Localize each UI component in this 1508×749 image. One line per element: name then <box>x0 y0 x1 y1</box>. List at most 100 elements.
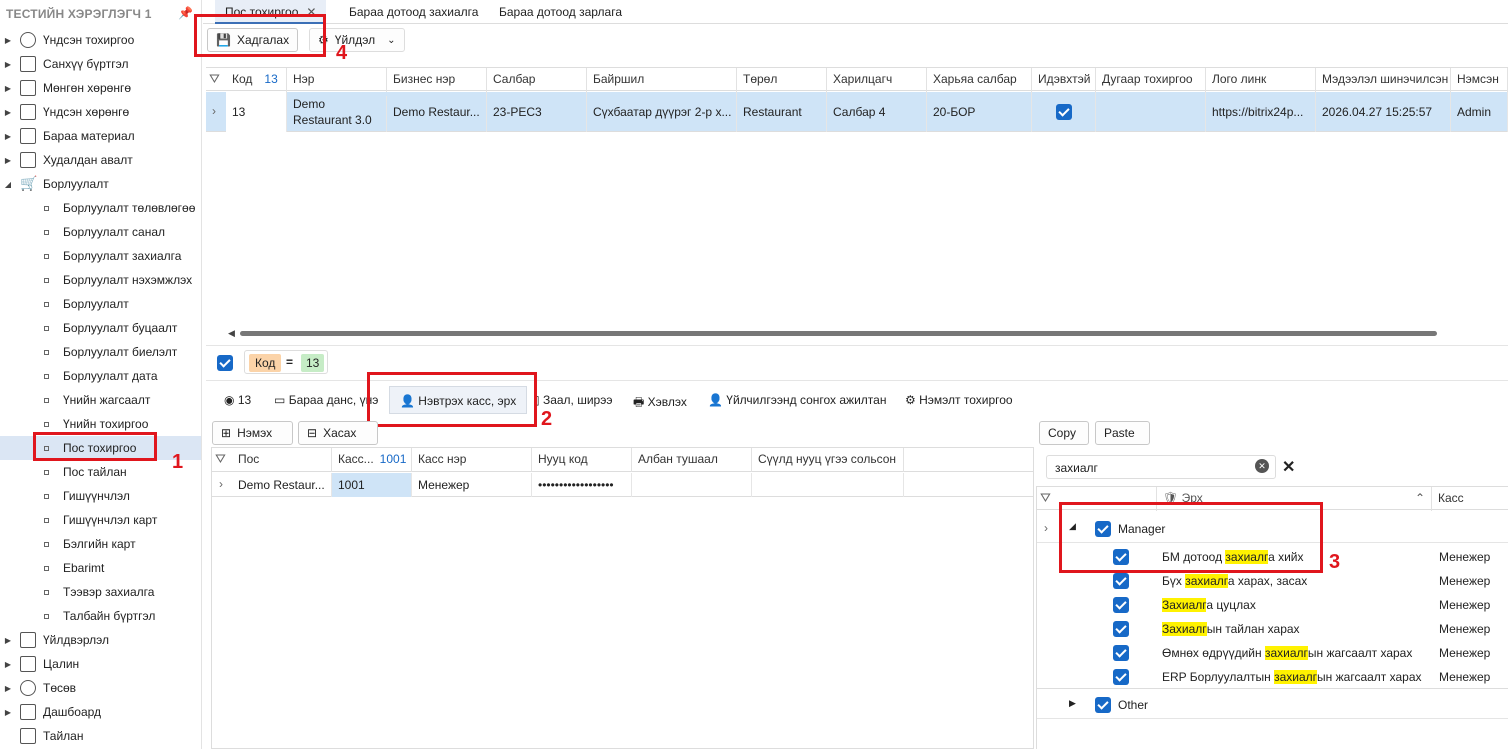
column-header[interactable]: Харилцагч <box>827 68 927 92</box>
tab-hall-table[interactable]: ▯ Заал, ширээ <box>533 393 612 407</box>
tab-internal-issue[interactable]: Бараа дотоод зарлага <box>489 0 632 24</box>
column-header[interactable]: Албан тушаал <box>632 448 752 472</box>
expand-icon[interactable]: ▶ <box>1 36 15 45</box>
tab-service-staff[interactable]: 👤 Үйлчилгээнд сонгох ажилтан <box>708 393 886 407</box>
expand-icon[interactable]: ▶ <box>1 84 15 93</box>
sidebar-sub-item[interactable]: Борлуулалт санал <box>0 220 201 244</box>
column-header[interactable]: Касс <box>1432 487 1508 511</box>
sidebar-sub-item[interactable]: Борлуулалт нэхэмжлэх <box>0 268 201 292</box>
tab-count[interactable]: ◉ 13 <box>224 393 251 407</box>
column-header[interactable]: Харьяа салбар <box>927 68 1032 92</box>
sidebar-item-budget[interactable]: ▶ Төсөв <box>0 676 201 700</box>
column-header[interactable]: Дугаар тохиргоо <box>1096 68 1206 92</box>
paste-button[interactable]: Paste <box>1095 421 1150 445</box>
right-row[interactable]: ERP Борлуулалтын захиалгын жагсаалт хара… <box>1037 665 1508 689</box>
column-header[interactable]: Касс... 1001 <box>332 448 412 472</box>
sidebar-item-cash[interactable]: ▶ Мөнгөн хөрөнгө <box>0 76 201 100</box>
column-header[interactable]: Лого линк <box>1206 68 1316 92</box>
expand-icon[interactable]: ▶ <box>1069 698 1076 709</box>
column-header[interactable]: Салбар <box>487 68 587 92</box>
filter-enable-checkbox[interactable] <box>217 355 233 371</box>
tab-pos-settings[interactable]: Пос тохиргоо ✕ <box>215 0 327 24</box>
filter-icon[interactable]: ⛛ <box>215 451 226 467</box>
column-header[interactable]: Сүүлд нууц үгээ сольсон <box>752 448 904 472</box>
sidebar-sub-item[interactable]: Борлуулалт буцаалт <box>0 316 201 340</box>
filter-icon[interactable]: ⛛ <box>1040 490 1051 506</box>
filter-expression[interactable]: Код = 13 <box>244 350 328 374</box>
tab-goods-account[interactable]: ▭ Бараа данс, үнэ <box>274 393 378 407</box>
sidebar-sub-item[interactable]: Борлуулалт <box>0 292 201 316</box>
column-header[interactable]: Байршил <box>587 68 737 92</box>
column-header[interactable]: Идэвхтэй <box>1032 68 1096 92</box>
collapse-icon[interactable]: ◢ <box>1069 521 1076 532</box>
column-header[interactable]: Нэмсэн <box>1451 68 1508 92</box>
group-checkbox[interactable] <box>1095 521 1111 537</box>
sidebar-sub-item[interactable]: Гишүүнчлэл <box>0 484 201 508</box>
sidebar-item-salary[interactable]: ▶ Цалин <box>0 652 201 676</box>
sidebar-sub-item[interactable]: Талбайн бүртгэл <box>0 604 201 628</box>
right-checkbox[interactable] <box>1113 669 1129 685</box>
expand-icon[interactable]: ▶ <box>1 636 15 645</box>
sidebar-sub-item[interactable]: Борлуулалт биелэлт <box>0 340 201 364</box>
remove-button[interactable]: ⊟ Хасах <box>298 421 378 445</box>
close-search-icon[interactable]: ✕ <box>1282 457 1295 477</box>
sidebar-item-sales[interactable]: ◢ 🛒 Борлуулалт <box>0 172 201 196</box>
column-header[interactable]: Мэдээлэл шинэчилсэн <box>1316 68 1451 92</box>
row-expand-icon[interactable]: › <box>219 477 223 491</box>
tab-print[interactable]: 🖶 Хэвлэх <box>633 393 687 414</box>
sidebar-item-purchase[interactable]: ▶ Худалдан авалт <box>0 148 201 172</box>
right-checkbox[interactable] <box>1113 597 1129 613</box>
row-expand-icon[interactable]: › <box>1044 521 1048 535</box>
horizontal-scrollbar[interactable]: ◀ <box>206 326 1508 342</box>
tab-extra-settings[interactable]: ⚙ Нэмэлт тохиргоо <box>905 393 1013 407</box>
copy-button[interactable]: Copy <box>1039 421 1089 445</box>
tab-internal-order[interactable]: Бараа дотоод захиалга <box>339 0 488 24</box>
collapse-icon[interactable]: ◢ <box>1 180 15 189</box>
right-checkbox[interactable] <box>1113 573 1129 589</box>
scrollbar-thumb[interactable] <box>240 331 1437 336</box>
table-row[interactable]: › 13 Demo Restaurant 3.0 Demo Restaur...… <box>206 92 1508 132</box>
right-row[interactable]: Бүх захиалга харах, засах Менежер <box>1037 569 1508 593</box>
group-row-manager[interactable]: › ◢ Manager <box>1037 515 1508 543</box>
sidebar-sub-item[interactable]: Пос тайлан <box>0 460 201 484</box>
right-row[interactable]: Захиалгын тайлан харах Менежер <box>1037 617 1508 641</box>
right-row[interactable]: Өмнөх өдрүүдийн захиалгын жагсаалт харах… <box>1037 641 1508 665</box>
column-header[interactable]: Нууц код <box>532 448 632 472</box>
group-row-other[interactable]: ▶ Other <box>1037 691 1508 719</box>
sidebar-item-report[interactable]: Тайлан <box>0 724 201 748</box>
column-header[interactable]: Төрөл <box>737 68 827 92</box>
right-checkbox[interactable] <box>1113 549 1129 565</box>
add-button[interactable]: ⊞ Нэмэх <box>212 421 293 445</box>
sidebar-item-assets[interactable]: ▶ Үндсэн хөрөнгө <box>0 100 201 124</box>
column-header[interactable]: Нэр <box>287 68 387 92</box>
sidebar-sub-item[interactable]: Үнийн жагсаалт <box>0 388 201 412</box>
sidebar-item-dashboard[interactable]: ▶ Дашбоард <box>0 700 201 724</box>
sidebar-sub-item[interactable]: Борлуулалт захиалга <box>0 244 201 268</box>
sidebar-item-finance[interactable]: ▶ Санхүү бүртгэл <box>0 52 201 76</box>
sidebar-sub-item[interactable]: Үнийн тохиргоо <box>0 412 201 436</box>
rights-search-input[interactable]: захиалг ✕ <box>1046 455 1276 479</box>
filter-icon[interactable]: ⛛ <box>209 71 220 87</box>
table-row[interactable]: › Demo Restaur... 1001 Менежер •••••••••… <box>212 473 1033 497</box>
pin-icon[interactable]: 📌 <box>178 6 193 20</box>
right-checkbox[interactable] <box>1113 645 1129 661</box>
expand-icon[interactable]: ▶ <box>1 60 15 69</box>
expand-icon[interactable]: ▶ <box>1 132 15 141</box>
sidebar-sub-item[interactable]: Борлуулалт төлөвлөгөө <box>0 196 201 220</box>
sidebar-item-production[interactable]: ▶ Үйлдвэрлэл <box>0 628 201 652</box>
expand-icon[interactable]: ▶ <box>1 660 15 669</box>
sidebar-sub-item[interactable]: Тээвэр захиалга <box>0 580 201 604</box>
expand-icon[interactable]: ▶ <box>1 708 15 717</box>
sidebar-item-inventory[interactable]: ▶ Бараа материал <box>0 124 201 148</box>
column-header[interactable]: 🛡 Эрх ⌃ <box>1157 487 1432 511</box>
sidebar-sub-item[interactable]: Бэлгийн карт <box>0 532 201 556</box>
right-checkbox[interactable] <box>1113 621 1129 637</box>
active-checkbox[interactable] <box>1055 104 1072 120</box>
sidebar-item-settings[interactable]: ▶ Үндсэн тохиргоо <box>0 28 201 52</box>
column-header[interactable]: Пос <box>232 448 332 472</box>
expand-icon[interactable]: ▶ <box>1 108 15 117</box>
clear-icon[interactable]: ✕ <box>1255 459 1269 473</box>
expand-icon[interactable]: ▶ <box>1 156 15 165</box>
column-header[interactable]: Бизнес нэр <box>387 68 487 92</box>
save-button[interactable]: 💾 Хадгалах <box>207 28 299 52</box>
